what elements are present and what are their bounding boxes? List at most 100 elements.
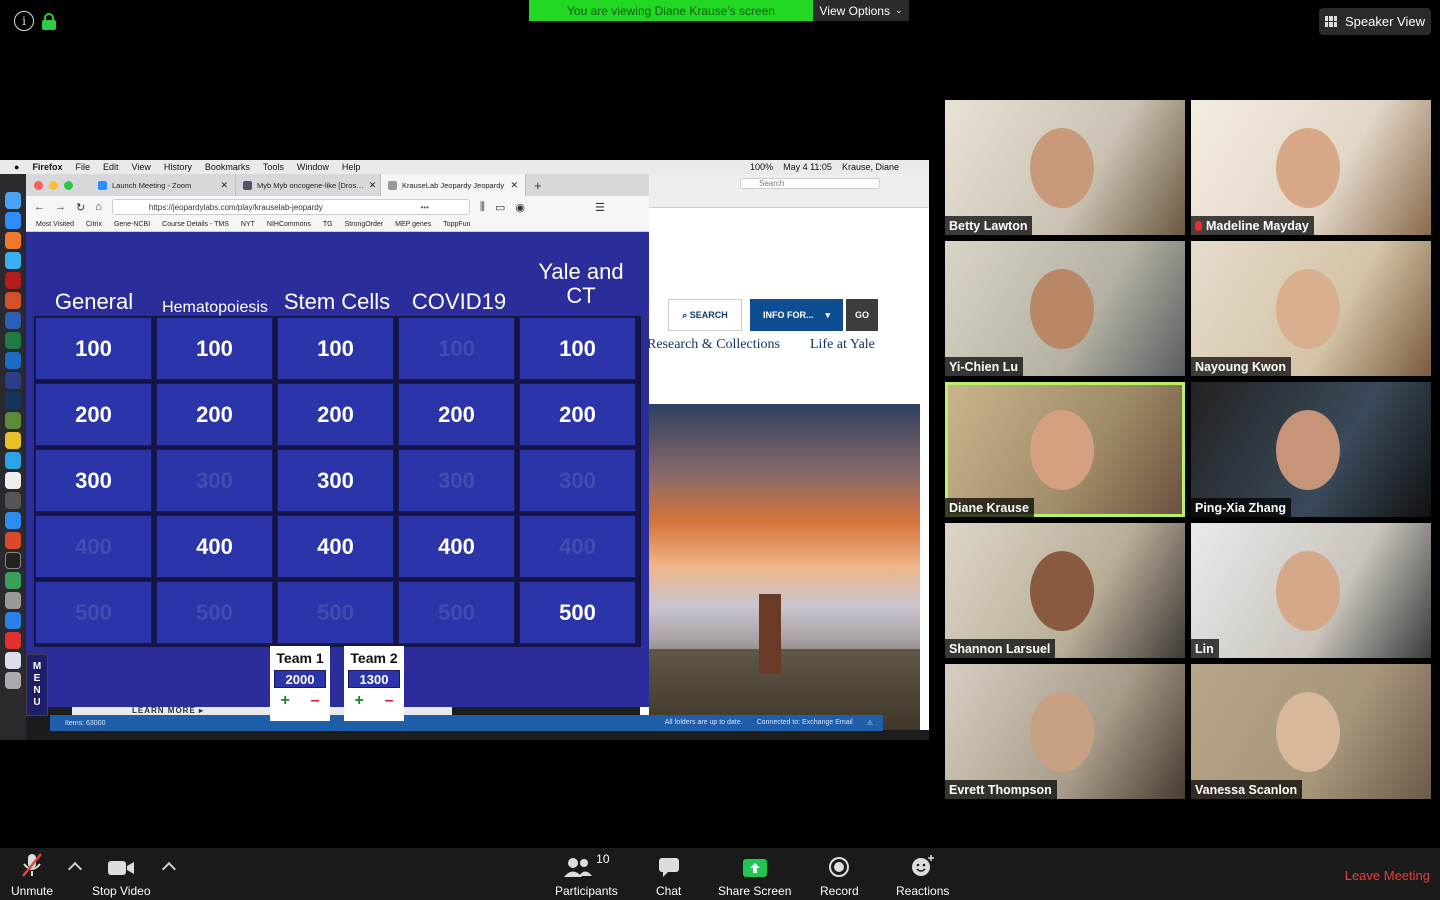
participants-button[interactable]: 10 Participants bbox=[555, 852, 618, 898]
audio-options-caret-icon[interactable] bbox=[67, 861, 83, 877]
messenger-icon[interactable] bbox=[5, 512, 21, 529]
stop-video-button[interactable]: Stop Video bbox=[92, 852, 151, 898]
bookmark-item[interactable]: Course Details - TMS bbox=[162, 221, 229, 228]
participant-video-tile[interactable]: Lin bbox=[1191, 523, 1431, 658]
library-icon[interactable]: ⫼ bbox=[480, 201, 485, 214]
participant-video-tile[interactable]: Betty Lawton bbox=[945, 100, 1185, 235]
add-points-button[interactable]: + bbox=[280, 692, 289, 710]
sidebar-icon[interactable]: ▭ bbox=[495, 201, 505, 214]
subtract-points-button[interactable]: – bbox=[385, 692, 394, 710]
yale-info-for-button[interactable]: INFO FOR... ▾ bbox=[750, 299, 843, 331]
menu-view[interactable]: View bbox=[131, 162, 150, 172]
unmute-button[interactable]: Unmute bbox=[11, 852, 53, 898]
record-button[interactable]: Record bbox=[820, 852, 859, 898]
more-actions-icon[interactable]: ••• bbox=[420, 203, 428, 212]
firefox-window[interactable]: Launch Meeting - Zoom ✕ Myb Myb oncogene… bbox=[26, 174, 649, 721]
menu-tools[interactable]: Tools bbox=[263, 162, 284, 172]
add-points-button[interactable]: + bbox=[354, 692, 363, 710]
bookmark-item[interactable]: Most Visited bbox=[36, 221, 74, 228]
share-screen-button[interactable]: Share Screen bbox=[718, 852, 791, 898]
app-icon[interactable] bbox=[5, 532, 21, 549]
bookmark-item[interactable]: Citrix bbox=[86, 221, 102, 228]
url-bar[interactable]: https://jeopardylabs.com/play/krauselab-… bbox=[111, 199, 470, 215]
terminal-icon[interactable] bbox=[5, 552, 21, 569]
board-cell[interactable]: 200 bbox=[35, 383, 152, 446]
nav-life-at-yale[interactable]: Life at Yale bbox=[810, 337, 875, 353]
menu-button[interactable]: MENU bbox=[26, 654, 48, 716]
new-tab-icon[interactable]: + bbox=[526, 178, 542, 193]
board-cell[interactable]: 300 bbox=[35, 449, 152, 512]
yale-search-button[interactable]: ⌕ SEARCH bbox=[668, 299, 742, 331]
bookmark-item[interactable]: TG bbox=[323, 221, 333, 228]
board-cell[interactable]: 400 bbox=[398, 515, 515, 578]
close-tab-icon[interactable]: ✕ bbox=[369, 180, 377, 191]
safari-icon[interactable] bbox=[5, 252, 21, 269]
menu-edit[interactable]: Edit bbox=[103, 162, 119, 172]
bookmark-item[interactable]: NIHCommons bbox=[267, 221, 311, 228]
menu-window[interactable]: Window bbox=[297, 162, 329, 172]
board-cell[interactable]: 400 bbox=[277, 515, 394, 578]
chat-button[interactable]: Chat bbox=[656, 852, 681, 898]
shared-screen[interactable]: ● Firefox File Edit View History Bookmar… bbox=[0, 160, 929, 740]
participant-video-tile[interactable]: Diane Krause bbox=[945, 382, 1185, 517]
skype-icon[interactable] bbox=[5, 452, 21, 469]
apple-icon[interactable]: ● bbox=[14, 162, 19, 172]
participant-video-tile[interactable]: Ping-Xia Zhang bbox=[1191, 382, 1431, 517]
board-cell[interactable]: 100 bbox=[156, 317, 273, 380]
firefox-icon[interactable] bbox=[5, 232, 21, 249]
board-cell[interactable]: 200 bbox=[156, 383, 273, 446]
excel-icon[interactable] bbox=[5, 332, 21, 349]
forward-icon[interactable]: → bbox=[55, 201, 66, 213]
subtract-points-button[interactable]: – bbox=[311, 692, 320, 710]
bookmark-item[interactable]: ToppFun bbox=[443, 221, 470, 228]
speaker-view-button[interactable]: Speaker View bbox=[1319, 8, 1431, 35]
maximize-window-icon[interactable] bbox=[64, 180, 73, 190]
minimize-window-icon[interactable] bbox=[49, 180, 58, 190]
hamburger-menu-icon[interactable]: ☰ bbox=[595, 201, 605, 214]
prefs-icon[interactable] bbox=[5, 412, 21, 429]
close-tab-icon[interactable]: ✕ bbox=[510, 180, 518, 191]
music-icon[interactable] bbox=[5, 472, 21, 489]
info-icon[interactable]: i bbox=[14, 11, 34, 31]
background-browser-window[interactable]: Search ⌕ SEARCH INFO FOR... ▾ GO Research… bbox=[640, 174, 929, 730]
word-icon[interactable] bbox=[5, 312, 21, 329]
home-icon[interactable]: ⌂ bbox=[95, 201, 102, 213]
account-icon[interactable]: ◉ bbox=[515, 201, 525, 214]
leave-meeting-button[interactable]: Leave Meeting bbox=[1345, 868, 1430, 883]
participant-video-tile[interactable]: Shannon Larsuel bbox=[945, 523, 1185, 658]
back-icon[interactable]: ← bbox=[34, 201, 45, 213]
participant-video-tile[interactable]: Yi-Chien Lu bbox=[945, 241, 1185, 376]
bookmark-item[interactable]: Gene-NCBI bbox=[114, 221, 150, 228]
endnote-icon[interactable] bbox=[5, 372, 21, 389]
finder-icon[interactable] bbox=[5, 192, 21, 209]
board-cell[interactable]: 100 bbox=[277, 317, 394, 380]
document-icon[interactable] bbox=[5, 652, 21, 669]
board-cell[interactable]: 500 bbox=[519, 581, 636, 644]
dropbox-icon[interactable] bbox=[5, 612, 21, 629]
menu-help[interactable]: Help bbox=[342, 162, 361, 172]
view-options-button[interactable]: View Options ⌄ bbox=[813, 0, 909, 21]
board-cell[interactable]: 300 bbox=[277, 449, 394, 512]
menu-firefox[interactable]: Firefox bbox=[32, 162, 62, 172]
menu-history[interactable]: History bbox=[164, 162, 192, 172]
board-cell[interactable]: 200 bbox=[398, 383, 515, 446]
close-tab-icon[interactable]: ✕ bbox=[220, 180, 228, 191]
zoom-icon[interactable] bbox=[5, 212, 21, 229]
browser-tab[interactable]: Launch Meeting - Zoom ✕ bbox=[91, 174, 236, 196]
browser-tab[interactable]: Myb Myb oncogene-like [Dros… ✕ bbox=[236, 174, 381, 196]
powerpoint-icon[interactable] bbox=[5, 292, 21, 309]
chrome-icon[interactable] bbox=[5, 432, 21, 449]
reactions-button[interactable]: Reactions bbox=[896, 852, 949, 898]
board-cell[interactable]: 200 bbox=[519, 383, 636, 446]
menu-file[interactable]: File bbox=[75, 162, 90, 172]
yale-go-button[interactable]: GO bbox=[846, 299, 878, 331]
bookmark-item[interactable]: MEP genes bbox=[395, 221, 431, 228]
browser-search-input[interactable]: Search bbox=[740, 178, 880, 189]
nav-research-collections[interactable]: Research & Collections bbox=[647, 337, 780, 353]
video-options-caret-icon[interactable] bbox=[161, 861, 177, 877]
activity-icon[interactable] bbox=[5, 492, 21, 509]
board-cell[interactable]: 200 bbox=[277, 383, 394, 446]
board-cell[interactable]: 100 bbox=[519, 317, 636, 380]
globe-icon[interactable] bbox=[5, 572, 21, 589]
drive-icon[interactable] bbox=[5, 592, 21, 609]
